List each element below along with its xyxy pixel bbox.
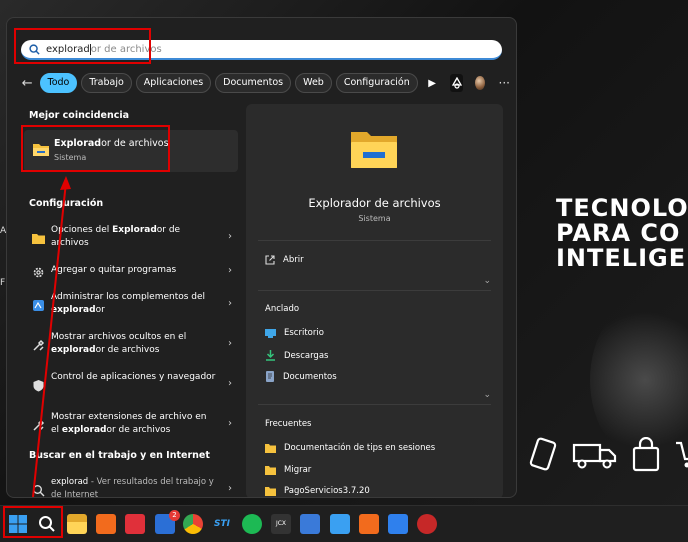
annotation-arrow bbox=[32, 176, 71, 498]
